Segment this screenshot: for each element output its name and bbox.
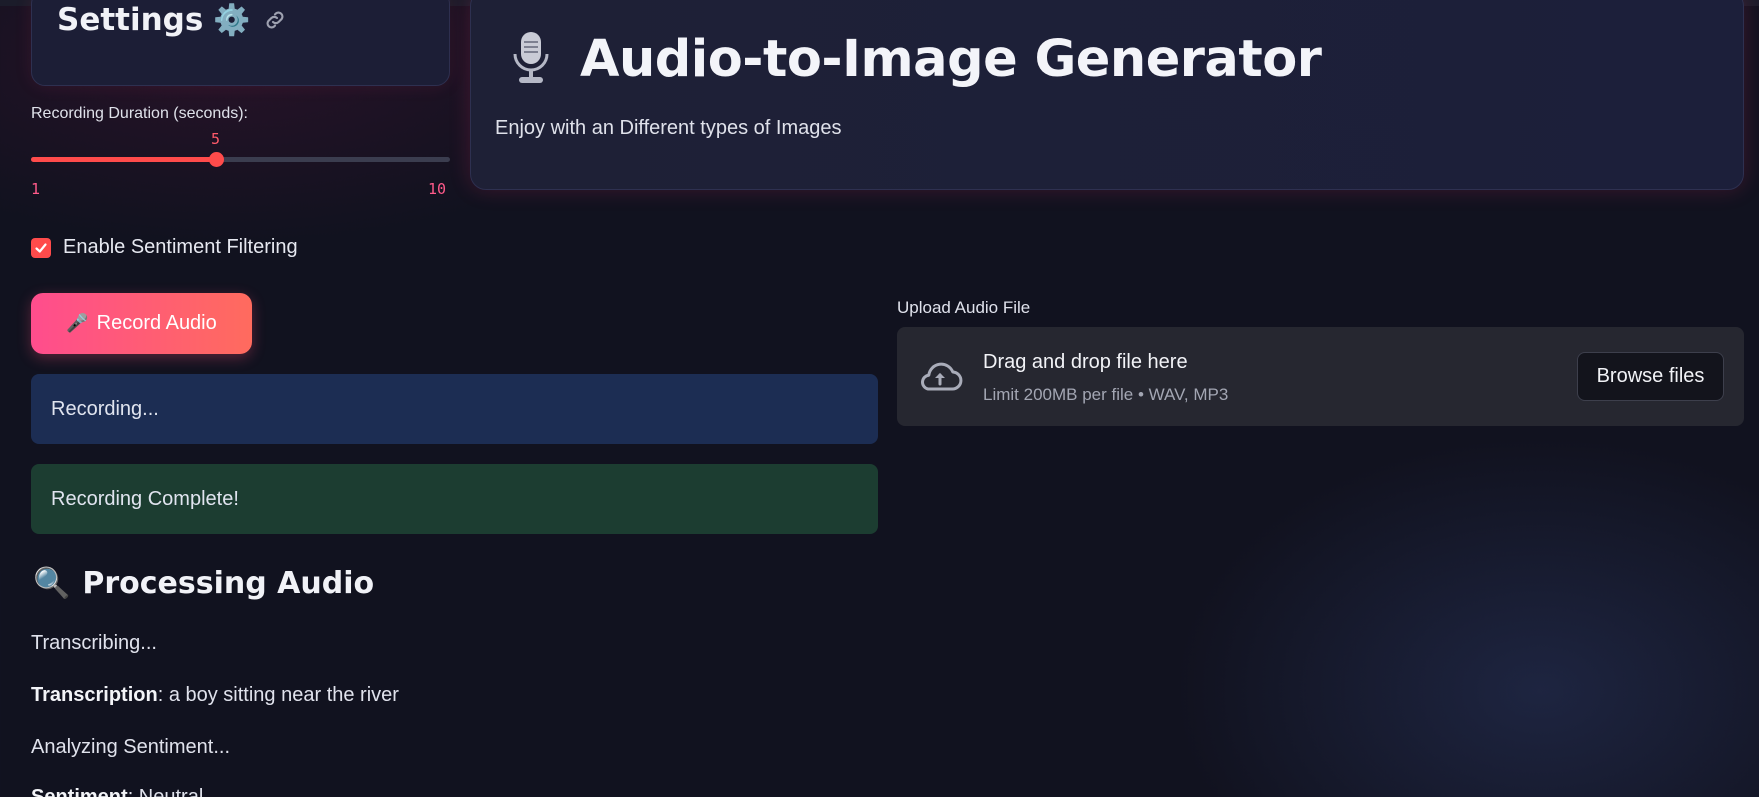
processing-title: Processing Audio — [82, 566, 375, 601]
sentiment-filter-label: Enable Sentiment Filtering — [63, 236, 298, 258]
processing-heading: 🔍 Processing Audio — [33, 566, 374, 601]
record-audio-button[interactable]: 🎤 Record Audio — [31, 293, 252, 354]
duration-slider-fill — [31, 157, 217, 162]
recording-status-text: Recording... — [51, 397, 159, 420]
sentiment-value: : Neutral — [127, 786, 204, 797]
analyzing-status: Analyzing Sentiment... — [31, 736, 230, 758]
settings-heading: Settings ⚙️ — [57, 0, 287, 40]
transcription-value: : a boy sitting near the river — [157, 684, 399, 706]
dropzone-title: Drag and drop file here — [983, 351, 1188, 373]
cloud-upload-icon — [921, 362, 963, 391]
transcribing-status: Transcribing... — [31, 632, 157, 654]
sentiment-filter-checkbox[interactable] — [31, 237, 51, 258]
slider-max-label: 10 — [428, 180, 447, 198]
sentiment-filter-option[interactable]: Enable Sentiment Filtering — [31, 236, 298, 259]
recording-status-alert: Recording... — [31, 374, 878, 444]
anchor-link-icon[interactable] — [263, 8, 287, 32]
browse-files-button[interactable]: Browse files — [1577, 352, 1724, 401]
header-card — [470, 0, 1744, 190]
studio-microphone-icon — [513, 32, 549, 83]
duration-slider-thumb[interactable] — [209, 152, 224, 167]
settings-title: Settings — [57, 2, 204, 38]
recording-complete-alert: Recording Complete! — [31, 464, 878, 534]
transcription-line: Transcription: a boy sitting near the ri… — [31, 684, 399, 707]
sentiment-line: Sentiment: Neutral — [31, 786, 203, 797]
gear-icon: ⚙️ — [213, 2, 251, 38]
recording-complete-text: Recording Complete! — [51, 487, 239, 510]
duration-slider-track[interactable] — [31, 157, 450, 162]
record-audio-label: Record Audio — [96, 312, 217, 334]
checkmark-icon — [35, 242, 47, 253]
upload-label: Upload Audio File — [897, 298, 1031, 317]
page-subtitle: Enjoy with an Different types of Images — [495, 117, 842, 139]
dropzone-hint: Limit 200MB per file • WAV, MP3 — [983, 385, 1229, 404]
slider-value: 5 — [211, 130, 221, 148]
slider-min-label: 1 — [31, 180, 41, 198]
page-title: Audio-to-Image Generator — [580, 30, 1322, 89]
microphone-icon: 🎤 — [66, 313, 89, 333]
sentiment-label: Sentiment — [31, 786, 128, 797]
transcription-label: Transcription — [31, 684, 158, 706]
magnifier-icon: 🔍 — [33, 566, 71, 601]
slider-label: Recording Duration (seconds): — [31, 105, 248, 122]
